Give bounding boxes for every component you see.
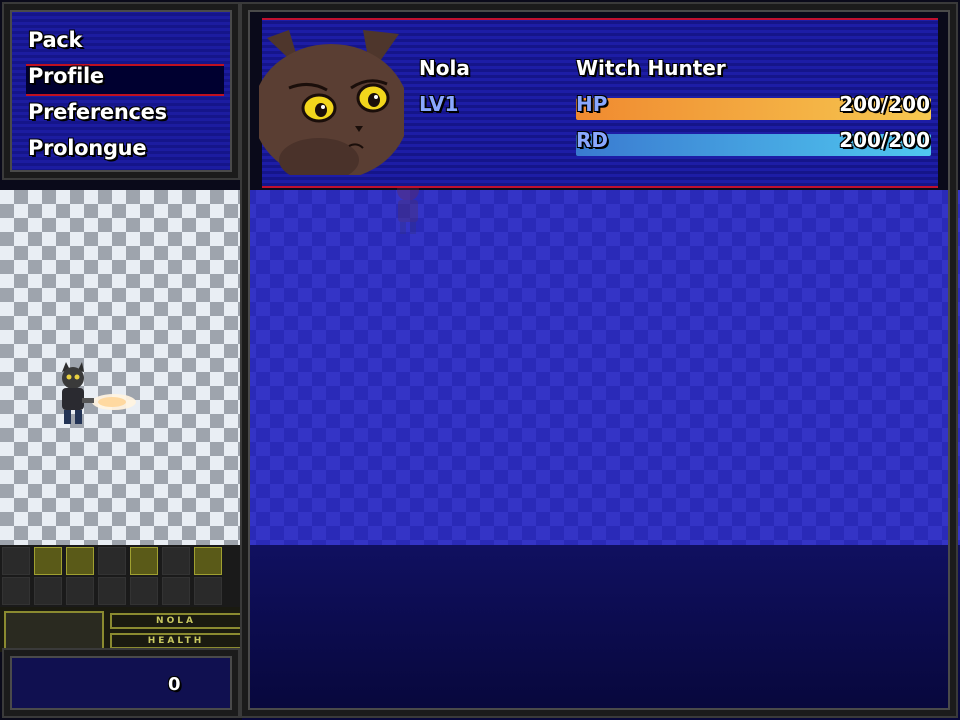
hotbar-slot[interactable] [34, 547, 62, 575]
hud-portrait [4, 611, 104, 651]
hotbar-slot[interactable] [98, 547, 126, 575]
menu-item-prolongue[interactable]: Prolongue [28, 136, 147, 160]
character-level: LV1 [419, 92, 459, 116]
hp-label: HP [576, 92, 608, 116]
hud-name-label: NOLA [110, 613, 242, 629]
hotbar-slot[interactable] [66, 577, 94, 605]
hotbar-slot[interactable] [130, 577, 158, 605]
hotbar-slot[interactable] [194, 577, 222, 605]
hotbar-slot[interactable] [34, 577, 62, 605]
hotbar-slot[interactable] [66, 547, 94, 575]
counter-value: 0 [168, 674, 181, 695]
cat-portrait-icon [259, 30, 404, 175]
menu-panel: Pack Profile Preferences Prolongue [4, 4, 238, 178]
hotbar-slot[interactable] [194, 547, 222, 575]
menu-item-pack[interactable]: Pack [28, 28, 83, 52]
counter-panel: 0 [4, 650, 238, 716]
character-name: Nola [419, 56, 470, 80]
rd-value: 200/200 [839, 128, 930, 152]
hotbar-slot[interactable] [2, 577, 30, 605]
hotbar [0, 545, 242, 607]
menu-item-preferences[interactable]: Preferences [28, 100, 167, 124]
hotbar-slot[interactable] [2, 547, 30, 575]
hotbar-slot[interactable] [162, 547, 190, 575]
rd-label: RD [576, 128, 609, 152]
hud-box: NOLA HEALTH [0, 607, 242, 652]
hotbar-slot[interactable] [162, 577, 190, 605]
hp-value: 200/200 [839, 92, 930, 116]
hotbar-slot[interactable] [98, 577, 126, 605]
player-sprite-icon [52, 362, 136, 430]
hud-health-label: HEALTH [110, 633, 242, 649]
hotbar-slot[interactable] [130, 547, 158, 575]
character-class: Witch Hunter [576, 56, 726, 80]
menu-item-profile[interactable]: Profile [28, 64, 104, 88]
